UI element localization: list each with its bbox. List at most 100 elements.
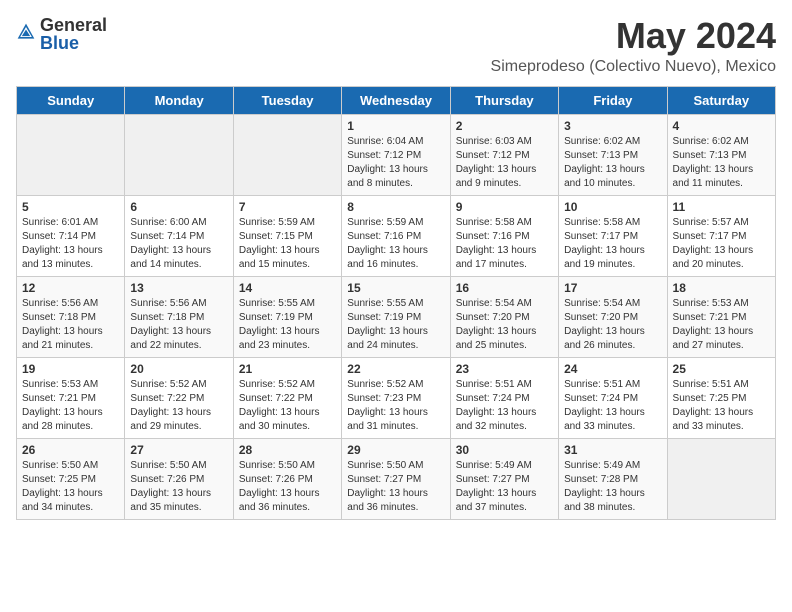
day-number: 6 bbox=[130, 200, 227, 214]
day-cell: 26 Sunrise: 5:50 AM Sunset: 7:25 PM Dayli… bbox=[17, 438, 125, 519]
day-number: 22 bbox=[347, 362, 444, 376]
day-header-monday: Monday bbox=[125, 86, 233, 114]
day-cell: 5Sunrise: 6:01 AM Sunset: 7:14 PM Daylig… bbox=[17, 195, 125, 276]
day-cell: 15 Sunrise: 5:55 AM Sunset: 7:19 PM Dayli… bbox=[342, 276, 450, 357]
day-info: Sunrise: 6:03 AM Sunset: 7:12 PM Dayligh… bbox=[456, 135, 553, 191]
day-number: 20 bbox=[130, 362, 227, 376]
day-cell: 13 Sunrise: 5:56 AM Sunset: 7:18 PM Dayli… bbox=[125, 276, 233, 357]
week-row-1: 1 Sunrise: 6:04 AM Sunset: 7:12 PM Daylig… bbox=[17, 114, 776, 195]
day-number: 19 bbox=[22, 362, 119, 376]
day-number: 9 bbox=[456, 200, 553, 214]
day-info: Sunrise: 6:01 AM Sunset: 7:14 PM Dayligh… bbox=[22, 216, 119, 272]
day-cell: 11 Sunrise: 5:57 AM Sunset: 7:17 PM Dayli… bbox=[667, 195, 775, 276]
logo: General Blue bbox=[16, 16, 107, 52]
day-cell: 9 Sunrise: 5:58 AM Sunset: 7:16 PM Daylig… bbox=[450, 195, 558, 276]
day-info: Sunrise: 6:04 AM Sunset: 7:12 PM Dayligh… bbox=[347, 135, 444, 191]
day-info: Sunrise: 5:58 AM Sunset: 7:16 PM Dayligh… bbox=[456, 216, 553, 272]
logo-blue-text: Blue bbox=[40, 34, 107, 52]
day-number: 29 bbox=[347, 443, 444, 457]
day-cell: 8Sunrise: 5:59 AM Sunset: 7:16 PM Daylig… bbox=[342, 195, 450, 276]
day-cell: 7 Sunrise: 5:59 AM Sunset: 7:15 PM Daylig… bbox=[233, 195, 341, 276]
day-number: 11 bbox=[673, 200, 770, 214]
day-info: Sunrise: 5:53 AM Sunset: 7:21 PM Dayligh… bbox=[673, 297, 770, 353]
day-info: Sunrise: 5:58 AM Sunset: 7:17 PM Dayligh… bbox=[564, 216, 661, 272]
day-info: Sunrise: 5:51 AM Sunset: 7:24 PM Dayligh… bbox=[564, 378, 661, 434]
day-info: Sunrise: 5:57 AM Sunset: 7:17 PM Dayligh… bbox=[673, 216, 770, 272]
day-info: Sunrise: 5:50 AM Sunset: 7:27 PM Dayligh… bbox=[347, 459, 444, 515]
day-number: 26 bbox=[22, 443, 119, 457]
day-cell: 6 Sunrise: 6:00 AM Sunset: 7:14 PM Daylig… bbox=[125, 195, 233, 276]
day-cell: 2 Sunrise: 6:03 AM Sunset: 7:12 PM Daylig… bbox=[450, 114, 558, 195]
day-info: Sunrise: 5:49 AM Sunset: 7:27 PM Dayligh… bbox=[456, 459, 553, 515]
day-header-sunday: Sunday bbox=[17, 86, 125, 114]
day-info: Sunrise: 5:54 AM Sunset: 7:20 PM Dayligh… bbox=[564, 297, 661, 353]
day-number: 18 bbox=[673, 281, 770, 295]
day-cell: 28 Sunrise: 5:50 AM Sunset: 7:26 PM Dayli… bbox=[233, 438, 341, 519]
day-cell: 23 Sunrise: 5:51 AM Sunset: 7:24 PM Dayli… bbox=[450, 357, 558, 438]
day-cell bbox=[667, 438, 775, 519]
day-number: 1 bbox=[347, 119, 444, 133]
day-cell: 31Sunrise: 5:49 AM Sunset: 7:28 PM Dayli… bbox=[559, 438, 667, 519]
day-header-thursday: Thursday bbox=[450, 86, 558, 114]
week-row-4: 19 Sunrise: 5:53 AM Sunset: 7:21 PM Dayli… bbox=[17, 357, 776, 438]
day-number: 30 bbox=[456, 443, 553, 457]
day-header-saturday: Saturday bbox=[667, 86, 775, 114]
day-cell bbox=[125, 114, 233, 195]
day-number: 8 bbox=[347, 200, 444, 214]
title-area: May 2024 Simeprodeso (Colectivo Nuevo), … bbox=[491, 16, 776, 76]
day-info: Sunrise: 6:00 AM Sunset: 7:14 PM Dayligh… bbox=[130, 216, 227, 272]
day-info: Sunrise: 5:50 AM Sunset: 7:26 PM Dayligh… bbox=[239, 459, 336, 515]
day-cell: 14 Sunrise: 5:55 AM Sunset: 7:19 PM Dayli… bbox=[233, 276, 341, 357]
day-info: Sunrise: 5:52 AM Sunset: 7:22 PM Dayligh… bbox=[130, 378, 227, 434]
day-number: 4 bbox=[673, 119, 770, 133]
day-cell: 1 Sunrise: 6:04 AM Sunset: 7:12 PM Daylig… bbox=[342, 114, 450, 195]
day-info: Sunrise: 5:52 AM Sunset: 7:22 PM Dayligh… bbox=[239, 378, 336, 434]
day-info: Sunrise: 5:55 AM Sunset: 7:19 PM Dayligh… bbox=[347, 297, 444, 353]
day-number: 13 bbox=[130, 281, 227, 295]
day-info: Sunrise: 5:59 AM Sunset: 7:15 PM Dayligh… bbox=[239, 216, 336, 272]
day-cell: 17 Sunrise: 5:54 AM Sunset: 7:20 PM Dayli… bbox=[559, 276, 667, 357]
day-number: 15 bbox=[347, 281, 444, 295]
day-number: 17 bbox=[564, 281, 661, 295]
day-info: Sunrise: 5:51 AM Sunset: 7:24 PM Dayligh… bbox=[456, 378, 553, 434]
day-cell: 24Sunrise: 5:51 AM Sunset: 7:24 PM Dayli… bbox=[559, 357, 667, 438]
day-number: 10 bbox=[564, 200, 661, 214]
day-cell: 27 Sunrise: 5:50 AM Sunset: 7:26 PM Dayli… bbox=[125, 438, 233, 519]
day-cell: 12 Sunrise: 5:56 AM Sunset: 7:18 PM Dayli… bbox=[17, 276, 125, 357]
week-row-5: 26 Sunrise: 5:50 AM Sunset: 7:25 PM Dayli… bbox=[17, 438, 776, 519]
day-cell: 22 Sunrise: 5:52 AM Sunset: 7:23 PM Dayli… bbox=[342, 357, 450, 438]
day-number: 28 bbox=[239, 443, 336, 457]
day-number: 25 bbox=[673, 362, 770, 376]
day-number: 23 bbox=[456, 362, 553, 376]
day-info: Sunrise: 5:56 AM Sunset: 7:18 PM Dayligh… bbox=[22, 297, 119, 353]
logo-icon bbox=[16, 22, 36, 42]
day-number: 14 bbox=[239, 281, 336, 295]
day-cell: 3Sunrise: 6:02 AM Sunset: 7:13 PM Daylig… bbox=[559, 114, 667, 195]
header: General Blue May 2024 Simeprodeso (Colec… bbox=[16, 16, 776, 76]
day-number: 12 bbox=[22, 281, 119, 295]
day-info: Sunrise: 5:51 AM Sunset: 7:25 PM Dayligh… bbox=[673, 378, 770, 434]
day-number: 31 bbox=[564, 443, 661, 457]
day-info: Sunrise: 6:02 AM Sunset: 7:13 PM Dayligh… bbox=[673, 135, 770, 191]
day-header-tuesday: Tuesday bbox=[233, 86, 341, 114]
day-info: Sunrise: 5:52 AM Sunset: 7:23 PM Dayligh… bbox=[347, 378, 444, 434]
header-row: SundayMondayTuesdayWednesdayThursdayFrid… bbox=[17, 86, 776, 114]
day-cell: 18 Sunrise: 5:53 AM Sunset: 7:21 PM Dayli… bbox=[667, 276, 775, 357]
calendar-subtitle: Simeprodeso (Colectivo Nuevo), Mexico bbox=[491, 58, 776, 76]
day-cell: 4 Sunrise: 6:02 AM Sunset: 7:13 PM Daylig… bbox=[667, 114, 775, 195]
day-cell: 25 Sunrise: 5:51 AM Sunset: 7:25 PM Dayli… bbox=[667, 357, 775, 438]
day-info: Sunrise: 5:55 AM Sunset: 7:19 PM Dayligh… bbox=[239, 297, 336, 353]
day-info: Sunrise: 5:54 AM Sunset: 7:20 PM Dayligh… bbox=[456, 297, 553, 353]
day-number: 7 bbox=[239, 200, 336, 214]
day-info: Sunrise: 5:56 AM Sunset: 7:18 PM Dayligh… bbox=[130, 297, 227, 353]
day-info: Sunrise: 5:50 AM Sunset: 7:26 PM Dayligh… bbox=[130, 459, 227, 515]
day-info: Sunrise: 5:50 AM Sunset: 7:25 PM Dayligh… bbox=[22, 459, 119, 515]
day-number: 27 bbox=[130, 443, 227, 457]
week-row-3: 12 Sunrise: 5:56 AM Sunset: 7:18 PM Dayli… bbox=[17, 276, 776, 357]
week-row-2: 5Sunrise: 6:01 AM Sunset: 7:14 PM Daylig… bbox=[17, 195, 776, 276]
day-cell bbox=[233, 114, 341, 195]
day-cell: 10 Sunrise: 5:58 AM Sunset: 7:17 PM Dayli… bbox=[559, 195, 667, 276]
day-number: 2 bbox=[456, 119, 553, 133]
day-cell: 20 Sunrise: 5:52 AM Sunset: 7:22 PM Dayli… bbox=[125, 357, 233, 438]
day-info: Sunrise: 5:53 AM Sunset: 7:21 PM Dayligh… bbox=[22, 378, 119, 434]
